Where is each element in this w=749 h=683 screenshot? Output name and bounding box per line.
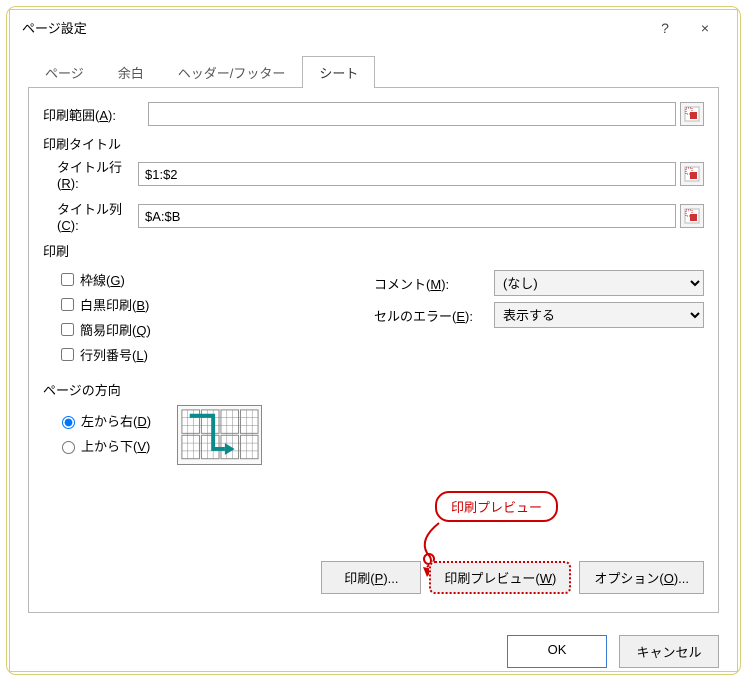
close-button[interactable]: × bbox=[685, 20, 725, 36]
options-button[interactable]: オプション(O)... bbox=[579, 561, 704, 594]
title-rows-refselect-button[interactable] bbox=[680, 162, 704, 186]
annotation-text: 印刷プレビュー bbox=[435, 491, 558, 522]
rowcolnum-checkbox[interactable] bbox=[61, 348, 74, 361]
title-cols-label: タイトル列(C): bbox=[43, 199, 138, 233]
title-cols-input[interactable] bbox=[138, 204, 676, 228]
print-area-input[interactable] bbox=[148, 102, 676, 126]
ttb-radio-row[interactable]: 上から下(V) bbox=[57, 436, 151, 455]
title-cols-refselect-button[interactable] bbox=[680, 204, 704, 228]
gridlines-checkbox[interactable] bbox=[61, 273, 74, 286]
draft-checkbox[interactable] bbox=[61, 323, 74, 336]
ttb-label: 上から下(V) bbox=[81, 436, 150, 455]
dialog-footer: OK キャンセル bbox=[10, 625, 737, 682]
ltr-radio-row[interactable]: 左から右(D) bbox=[57, 411, 151, 430]
print-area-refselect-button[interactable] bbox=[680, 102, 704, 126]
page-order-icon bbox=[178, 406, 261, 465]
titlebar: ページ設定 ? × bbox=[10, 10, 737, 45]
bw-label: 白黒印刷(B) bbox=[80, 295, 149, 314]
print-titles-label: 印刷タイトル bbox=[43, 134, 704, 153]
tab-page[interactable]: ページ bbox=[28, 56, 101, 88]
comments-label: コメント(M): bbox=[374, 274, 494, 293]
page-setup-dialog: ページ設定 ? × ページ 余白 ヘッダー/フッター シート 印刷範囲(A): bbox=[9, 9, 738, 672]
ltr-label: 左から右(D) bbox=[81, 411, 151, 430]
cellerrors-label: セルのエラー(E): bbox=[374, 306, 494, 325]
rowcolnum-label: 行列番号(L) bbox=[80, 345, 148, 364]
sheet-tab-panel: 印刷範囲(A): 印刷タイトル タイトル行(R): bbox=[28, 88, 719, 613]
annotation-callout: 印刷プレビュー bbox=[435, 491, 558, 522]
draft-checkbox-row[interactable]: 簡易印刷(Q) bbox=[57, 320, 374, 339]
dialog-title: ページ設定 bbox=[22, 18, 645, 37]
bw-checkbox-row[interactable]: 白黒印刷(B) bbox=[57, 295, 374, 314]
ref-select-icon bbox=[684, 166, 700, 182]
tab-strip: ページ 余白 ヘッダー/フッター シート bbox=[28, 55, 719, 88]
rowcolnum-checkbox-row[interactable]: 行列番号(L) bbox=[57, 345, 374, 364]
tab-margins[interactable]: 余白 bbox=[101, 56, 161, 88]
cancel-button[interactable]: キャンセル bbox=[619, 635, 719, 668]
draft-label: 簡易印刷(Q) bbox=[80, 320, 151, 339]
tab-headerfooter[interactable]: ヘッダー/フッター bbox=[161, 56, 303, 88]
title-rows-label: タイトル行(R): bbox=[43, 157, 138, 191]
ok-button[interactable]: OK bbox=[507, 635, 607, 668]
ref-select-icon bbox=[684, 106, 700, 122]
ltr-radio[interactable] bbox=[62, 416, 75, 429]
ref-select-icon bbox=[684, 208, 700, 224]
title-rows-input[interactable] bbox=[138, 162, 676, 186]
print-button[interactable]: 印刷(P)... bbox=[321, 561, 421, 594]
print-section-label: 印刷 bbox=[43, 241, 704, 260]
page-order-illustration bbox=[177, 405, 262, 465]
print-preview-button[interactable]: 印刷プレビュー(W) bbox=[429, 561, 571, 594]
ttb-radio[interactable] bbox=[62, 441, 75, 454]
bw-checkbox[interactable] bbox=[61, 298, 74, 311]
tab-sheet[interactable]: シート bbox=[302, 56, 375, 88]
cellerrors-select[interactable]: 表示する bbox=[494, 302, 704, 328]
help-button[interactable]: ? bbox=[645, 20, 685, 36]
gridlines-label: 枠線(G) bbox=[80, 270, 125, 289]
print-area-label: 印刷範囲(A): bbox=[43, 105, 148, 124]
page-order-label: ページの方向 bbox=[43, 380, 704, 399]
gridlines-checkbox-row[interactable]: 枠線(G) bbox=[57, 270, 374, 289]
comments-select[interactable]: (なし) bbox=[494, 270, 704, 296]
